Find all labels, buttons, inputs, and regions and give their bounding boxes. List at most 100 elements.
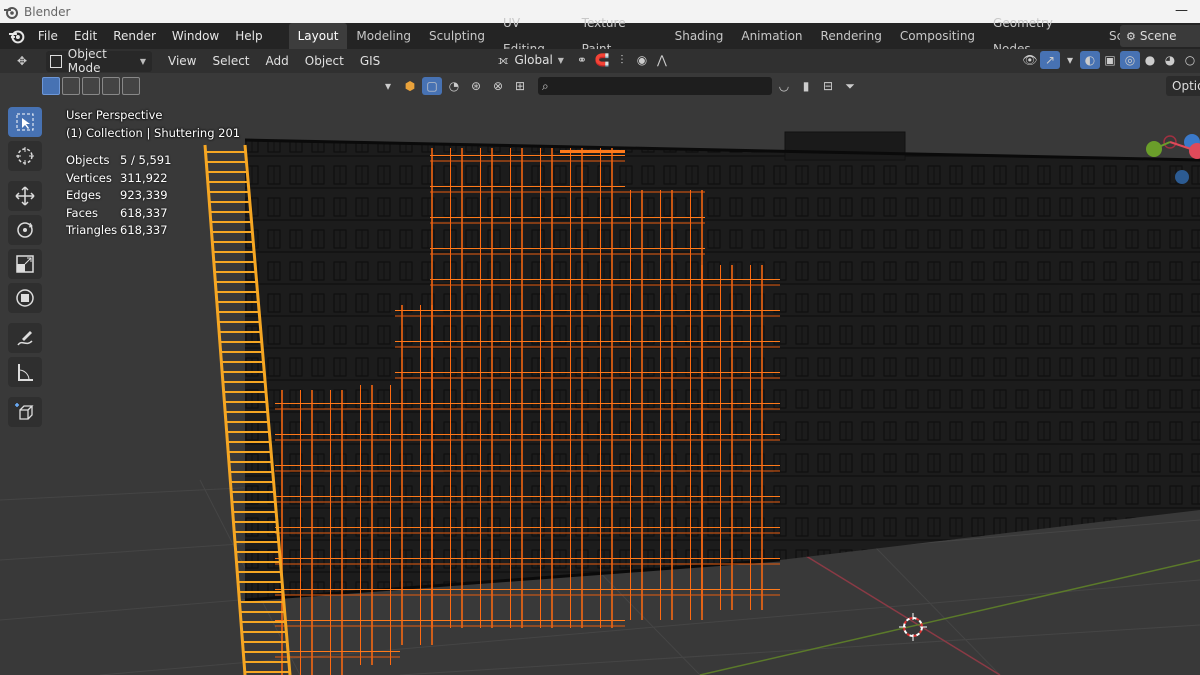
options-button[interactable]: Optio: [1166, 76, 1200, 96]
select-extend-icon[interactable]: [62, 77, 80, 95]
stat-row: Edges 923,339: [66, 187, 171, 205]
toggle-icon[interactable]: ◡: [774, 77, 794, 95]
tab-animation[interactable]: Animation: [732, 23, 811, 49]
stat-value: 311,922: [120, 170, 168, 185]
overlay-toggle-icon[interactable]: ◐: [1080, 51, 1100, 69]
wireframe-shading-icon[interactable]: ◎: [1120, 51, 1140, 69]
snap-target-icon[interactable]: ⫶: [612, 51, 632, 69]
pivot-icon[interactable]: ⚭: [572, 51, 592, 69]
measure-icon: [18, 364, 33, 381]
tab-sculpting[interactable]: Sculpting: [420, 23, 494, 49]
visibility-icon[interactable]: 👁: [1020, 51, 1040, 69]
scene-statistics: Objects 5 / 5,591 Vertices 311,922 Edges 92…: [66, 152, 171, 240]
curve-filter-icon[interactable]: ◔: [444, 77, 464, 95]
tool-move[interactable]: [8, 181, 42, 211]
select-box-icon: [16, 113, 34, 131]
collection-info: (1) Collection | Shuttering 201: [66, 126, 241, 140]
select-subtract-icon[interactable]: [82, 77, 100, 95]
mode-selector[interactable]: Object Mode ▼: [46, 47, 152, 75]
blender-logo-icon: [4, 6, 18, 19]
solid-shading-icon[interactable]: ●: [1140, 51, 1160, 69]
viewport-info: User Perspective (1) Collection | Shutte…: [66, 106, 240, 142]
tab-shading[interactable]: Shading: [666, 23, 733, 49]
stat-label: Edges: [66, 188, 101, 202]
mode-label: Object Mode: [67, 47, 107, 75]
tool-cursor[interactable]: [8, 141, 42, 171]
menu-render[interactable]: Render: [105, 23, 164, 49]
menu-edit[interactable]: Edit: [66, 23, 105, 49]
gizmo-toggle-icon[interactable]: ↗: [1040, 51, 1060, 69]
neg-z-handle[interactable]: [1175, 170, 1189, 184]
tool-transform[interactable]: [8, 283, 42, 313]
tab-rendering[interactable]: Rendering: [812, 23, 891, 49]
blender-menu-icon[interactable]: [8, 27, 26, 45]
outliner-filter-bar: ▾ ⬢ ▢ ◔ ⊛ ⊗ ⊞ ⌕ ◡ ▮ ⊟ ⏷: [378, 77, 860, 95]
tool-annotate[interactable]: [8, 323, 42, 353]
filter-icon[interactable]: ⏷: [840, 77, 860, 95]
material-shading-icon[interactable]: ◕: [1160, 51, 1180, 69]
minimize-button[interactable]: —: [1175, 3, 1188, 18]
window-title: Blender: [24, 4, 71, 19]
select-new-icon[interactable]: [42, 77, 60, 95]
mesh-filter-icon[interactable]: ▢: [422, 77, 442, 95]
search-icon: ⌕: [542, 78, 549, 93]
selection-mode-buttons: [42, 77, 140, 95]
snap-icon[interactable]: 🧲: [592, 51, 612, 69]
falloff-icon[interactable]: ⋀: [652, 51, 672, 69]
menu-object[interactable]: Object: [297, 54, 352, 68]
camera-filter-icon[interactable]: ⊗: [488, 77, 508, 95]
other-filter-icon[interactable]: ⊞: [510, 77, 530, 95]
bookmark-icon[interactable]: ▮: [796, 77, 816, 95]
tab-layout[interactable]: Layout: [288, 23, 348, 49]
editor-type-icon[interactable]: ✥: [12, 52, 32, 70]
tab-modeling[interactable]: Modeling: [347, 23, 420, 49]
tool-select-box[interactable]: [8, 107, 42, 137]
stat-value: 618,337: [120, 205, 168, 220]
transform-icon: [16, 289, 34, 307]
scale-icon: [16, 255, 34, 273]
orientation-icon: ⟗: [498, 52, 509, 67]
tool-add-cube[interactable]: [8, 397, 42, 427]
light-filter-icon[interactable]: ⊛: [466, 77, 486, 95]
menu-help[interactable]: Help: [227, 23, 270, 49]
menu-select[interactable]: Select: [204, 54, 257, 68]
chevron-down-icon[interactable]: ▾: [378, 77, 398, 95]
search-input[interactable]: ⌕: [538, 77, 772, 95]
rendered-shading-icon[interactable]: ○: [1180, 51, 1200, 69]
menu-gis[interactable]: GIS: [352, 54, 388, 68]
overlay-dropdown-icon[interactable]: ▾: [1060, 51, 1080, 69]
stat-row: Triangles 618,337: [66, 222, 171, 240]
object-color-icon[interactable]: ⬢: [400, 77, 420, 95]
annotate-icon: [17, 331, 33, 346]
tool-shelf: [8, 107, 48, 431]
proportional-edit-icon[interactable]: ◉: [632, 51, 652, 69]
tool-measure[interactable]: [8, 357, 42, 387]
display-mode-icon[interactable]: ⊟: [818, 77, 838, 95]
select-invert-icon[interactable]: [102, 77, 120, 95]
stat-row: Vertices 311,922: [66, 170, 171, 188]
transform-orientation[interactable]: ⟗ Global ▼ ⚭ 🧲 ⫶ ◉ ⋀: [498, 51, 672, 69]
menu-view[interactable]: View: [160, 54, 204, 68]
stat-value: 618,337: [120, 223, 168, 237]
stat-label: Objects: [66, 153, 110, 167]
3d-viewport[interactable]: [0, 49, 1200, 675]
xray-icon[interactable]: ▣: [1100, 51, 1120, 69]
menu-file[interactable]: File: [30, 23, 66, 49]
add-cube-icon: [15, 403, 34, 420]
tab-compositing[interactable]: Compositing: [891, 23, 984, 49]
select-intersect-icon[interactable]: [122, 77, 140, 95]
stat-label: Vertices: [66, 170, 112, 185]
menu-window[interactable]: Window: [164, 23, 227, 49]
tool-scale[interactable]: [8, 249, 42, 279]
scene-selector[interactable]: ⚙ Scene: [1120, 25, 1200, 47]
view-name: User Perspective: [66, 108, 163, 122]
3d-cursor-icon[interactable]: [899, 613, 927, 641]
x-axis-line: [779, 539, 1001, 675]
top-menu-bar: File Edit Render Window Help Layout Mode…: [0, 16, 1200, 56]
stat-value: 5 / 5,591: [120, 153, 172, 167]
viewport-subheader: ▾ ⬢ ▢ ◔ ⊛ ⊗ ⊞ ⌕ ◡ ▮ ⊟ ⏷ Optio: [0, 73, 1200, 101]
navigation-gizmo[interactable]: [1140, 105, 1200, 195]
viewport-canvas[interactable]: [0, 49, 1200, 675]
tool-rotate[interactable]: [8, 215, 42, 245]
menu-add[interactable]: Add: [258, 54, 297, 68]
